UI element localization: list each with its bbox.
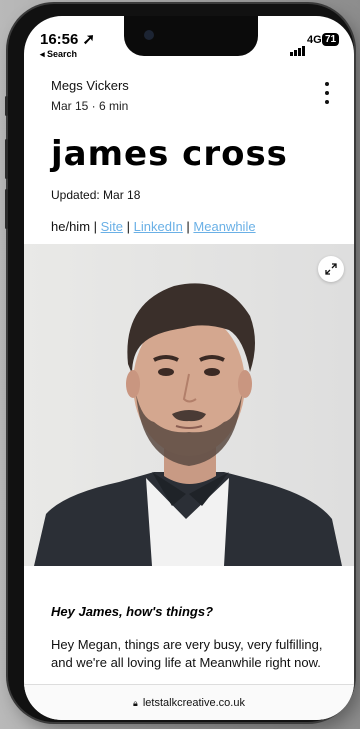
site-link[interactable]: Site	[101, 219, 123, 234]
author-name[interactable]: Megs Vickers	[51, 78, 129, 93]
portrait-photo[interactable]	[24, 244, 354, 566]
signal-icon	[290, 38, 306, 56]
back-to-search-link[interactable]: ◂ Search	[40, 49, 77, 60]
separator: |	[182, 219, 194, 234]
post-meta: Mar 15 · 6 min	[51, 99, 129, 113]
meanwhile-link[interactable]: Meanwhile	[193, 219, 255, 234]
pronouns: he/him	[51, 219, 91, 234]
page-title: james cross	[51, 134, 288, 174]
camera	[144, 30, 154, 40]
battery-icon: 71	[322, 33, 340, 46]
separator: |	[90, 219, 101, 234]
more-options-icon[interactable]	[320, 82, 334, 104]
network-type: 4G	[307, 34, 322, 46]
browser-url-bar[interactable]: 🔒︎ letstalkcreative.co.uk	[24, 684, 354, 720]
phone-frame: 16:56 ➚ ◂ Search 4G 71 Megs Vickers Mar …	[5, 4, 354, 722]
updated-date: Updated: Mar 18	[51, 188, 141, 202]
interview-answer: Hey Megan, things are very busy, very fu…	[51, 637, 323, 670]
lock-icon: 🔒︎	[133, 697, 138, 708]
linkedin-link[interactable]: LinkedIn	[134, 219, 183, 234]
notch	[124, 16, 258, 56]
clock: 16:56 ➚	[40, 31, 96, 48]
expand-icon[interactable]	[318, 256, 344, 282]
portrait-illustration	[24, 244, 354, 566]
mute-switch	[5, 96, 8, 116]
volume-down-button	[5, 189, 8, 229]
volume-up-button	[5, 139, 8, 179]
interview-question: Hey James, how's things?	[51, 604, 214, 619]
url-text: letstalkcreative.co.uk	[142, 697, 245, 709]
profile-links: he/him | Site | LinkedIn | Meanwhile	[51, 219, 256, 234]
separator: |	[123, 219, 134, 234]
screen: 16:56 ➚ ◂ Search 4G 71 Megs Vickers Mar …	[24, 16, 354, 720]
